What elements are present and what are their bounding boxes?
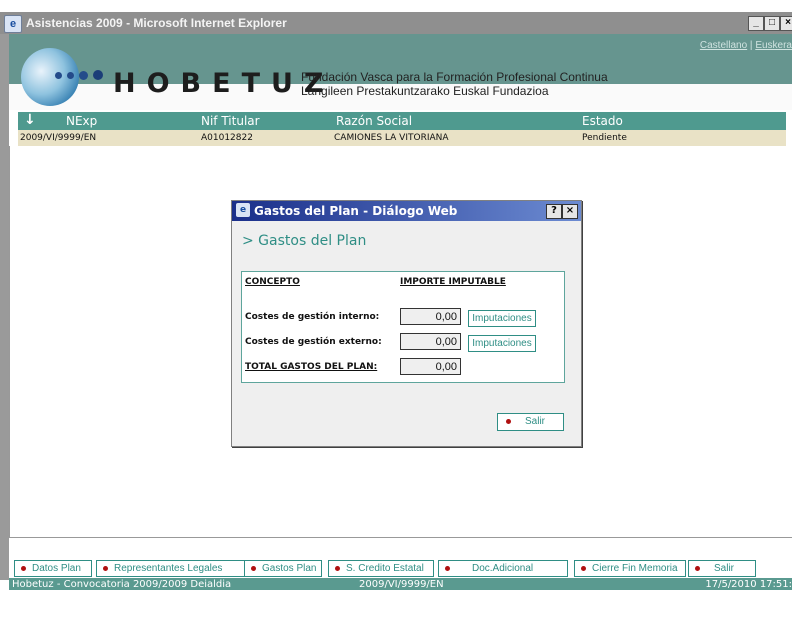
bullet-icon xyxy=(21,565,26,571)
bottom-tabs: Datos Plan Representantes Legales Gastos… xyxy=(14,560,792,578)
status-datetime: 17/5/2010 17:51: xyxy=(705,579,792,590)
tab-label: Doc.Adicional xyxy=(472,563,534,574)
window-title: Asistencias 2009 - Microsoft Internet Ex… xyxy=(26,16,287,30)
close-icon[interactable]: × xyxy=(780,16,792,31)
window-titlebar: e Asistencias 2009 - Microsoft Internet … xyxy=(0,12,792,34)
bullet-icon xyxy=(506,418,511,424)
value-total-gastos: 0,00 xyxy=(400,358,461,375)
label-gestion-externo: Costes de gestión externo: xyxy=(245,337,382,347)
value-gestion-interno: 0,00 xyxy=(400,308,461,325)
ie-icon: e xyxy=(4,15,22,33)
tab-label: S. Credito Estatal xyxy=(346,563,424,574)
status-convocatoria: Hobetuz - Convocatoria 2009/2009 Deialdi… xyxy=(12,579,232,590)
logo-dot xyxy=(79,71,88,80)
gastos-table: CONCEPTO IMPORTE IMPUTABLE Costes de ges… xyxy=(241,271,565,383)
cell-razon-social: CAMIONES LA VITORIANA xyxy=(334,133,449,143)
salir-button[interactable]: Salir xyxy=(497,413,564,431)
cell-nexp: 2009/VI/9999/EN xyxy=(20,133,97,143)
ie-icon: e xyxy=(236,203,250,217)
tab-label: Cierre Fin Memoria xyxy=(592,563,678,574)
cell-nif: A01012822 xyxy=(201,133,253,143)
dialog-close-icon[interactable]: × xyxy=(562,204,578,219)
minimize-icon[interactable]: _ xyxy=(748,16,764,31)
tab-doc-adicional[interactable]: Doc.Adicional xyxy=(438,560,568,577)
tab-s-credito-estatal[interactable]: S. Credito Estatal xyxy=(328,560,434,577)
dialog-title: Gastos del Plan - Diálogo Web xyxy=(254,204,458,218)
logo-dot xyxy=(67,72,74,79)
bullet-icon xyxy=(581,565,586,571)
logo-dot xyxy=(55,72,62,79)
label-gestion-interno: Costes de gestión interno: xyxy=(245,312,380,322)
column-header-concepto: CONCEPTO xyxy=(245,277,300,287)
bullet-icon xyxy=(251,565,256,571)
value-gestion-externo: 0,00 xyxy=(400,333,461,350)
logo-area: HOBETUZ Fundación Vasca para la Formació… xyxy=(9,34,792,110)
tab-cierre-fin-memoria[interactable]: Cierre Fin Memoria xyxy=(574,560,686,577)
column-header-razon-social[interactable]: Razón Social xyxy=(336,114,412,128)
cell-estado: Pendiente xyxy=(582,133,627,143)
tab-label: Gastos Plan xyxy=(262,563,317,574)
dialog-heading: > Gastos del Plan xyxy=(242,233,367,249)
brand-subtitle-es: Fundación Vasca para la Formación Profes… xyxy=(301,70,608,84)
column-header-estado[interactable]: Estado xyxy=(582,114,623,128)
tab-gastos-plan[interactable]: Gastos Plan xyxy=(244,560,322,577)
brand-subtitle-eu: Langileen Prestakuntzarako Euskal Fundaz… xyxy=(301,84,549,98)
tab-label: Representantes Legales xyxy=(114,563,223,574)
tab-label: Datos Plan xyxy=(32,563,81,574)
help-icon[interactable]: ? xyxy=(546,204,562,219)
imputaciones-externo-button[interactable]: Imputaciones xyxy=(468,335,536,352)
window-left-border xyxy=(0,34,9,580)
window-bottom xyxy=(0,590,792,630)
table-row[interactable]: 2009/VI/9999/EN A01012822 CAMIONES LA VI… xyxy=(18,130,786,146)
tab-label: Salir xyxy=(714,563,735,574)
bullet-icon xyxy=(103,565,108,571)
salir-label: Salir xyxy=(525,416,546,427)
column-header-nexp[interactable]: NExp xyxy=(66,114,97,128)
label-total-gastos: TOTAL GASTOS DEL PLAN: xyxy=(245,362,378,372)
gastos-plan-dialog: e Gastos del Plan - Diálogo Web ? × > Ga… xyxy=(231,200,582,447)
logo-dot xyxy=(93,70,103,80)
tab-datos-plan[interactable]: Datos Plan xyxy=(14,560,92,577)
tab-representantes-legales[interactable]: Representantes Legales xyxy=(96,560,252,577)
imputaciones-interno-button[interactable]: Imputaciones xyxy=(468,310,536,327)
status-expediente: 2009/VI/9999/EN xyxy=(359,579,444,590)
bullet-icon xyxy=(335,565,340,571)
bullet-icon xyxy=(695,565,700,571)
sort-arrow-icon[interactable]: ↓ xyxy=(24,112,36,128)
maximize-icon[interactable]: □ xyxy=(764,16,780,31)
dialog-titlebar: e Gastos del Plan - Diálogo Web ? × xyxy=(232,201,581,221)
tab-salir[interactable]: Salir xyxy=(688,560,756,577)
column-header-nif[interactable]: Nif Titular xyxy=(201,114,260,128)
column-header-importe: IMPORTE IMPUTABLE xyxy=(400,277,506,287)
bullet-icon xyxy=(445,565,450,571)
table-header: ↓ NExp Nif Titular Razón Social Estado xyxy=(18,112,786,130)
